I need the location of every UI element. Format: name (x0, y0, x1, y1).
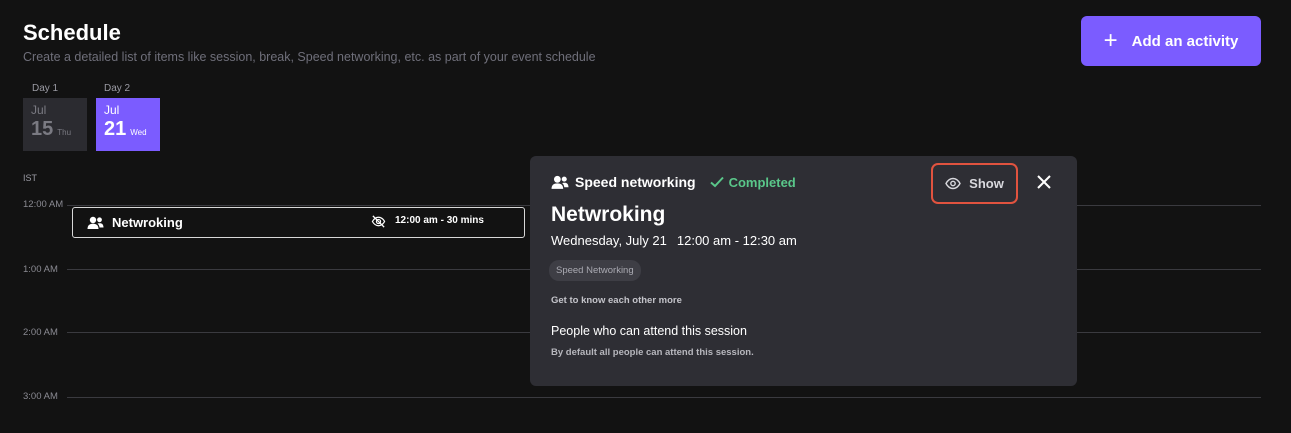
attendees-heading: People who can attend this session (551, 324, 747, 338)
add-activity-label: Add an activity (1131, 32, 1239, 50)
day-1-date: 15 (31, 118, 54, 140)
plus-icon: + (1103, 27, 1118, 54)
check-icon (709, 176, 724, 188)
day-1-tab[interactable]: Jul 15 Thu (23, 98, 87, 151)
show-button-label: Show (969, 176, 1004, 191)
session-details-popup: Speed networking Completed Show Netwroki… (530, 156, 1077, 386)
event-time: 12:00 am - 30 mins (395, 215, 484, 226)
session-title: Netwroking (551, 203, 666, 226)
day-2-month: Jul (104, 103, 120, 117)
popup-header: Speed networking Completed (551, 174, 796, 190)
close-icon[interactable] (1035, 173, 1053, 191)
page-subtitle: Create a detailed list of items like ses… (23, 50, 596, 64)
session-tag: Speed Networking (549, 260, 641, 281)
eye-icon (945, 177, 961, 190)
timezone-label: IST (23, 173, 38, 183)
eye-off-icon (371, 215, 386, 228)
day-1-month: Jul (31, 103, 47, 117)
day-1-weekday: Thu (57, 128, 72, 137)
day-2-date: 21 (104, 118, 127, 140)
time-slot-label: 12:00 AM (23, 199, 64, 210)
time-slot-label: 1:00 AM (23, 264, 58, 275)
day-2-label: Day 2 (104, 83, 131, 94)
day-2-weekday: Wed (130, 128, 147, 137)
people-icon (551, 175, 569, 189)
session-datetime: Wednesday, July 21 12:00 am - 12:30 am (551, 233, 797, 248)
schedule-event-card[interactable]: Netwroking 12:00 am - 30 mins (72, 207, 525, 238)
event-title: Netwroking (112, 215, 183, 230)
attendees-note: By default all people can attend this se… (551, 347, 754, 358)
grid-line (67, 397, 1261, 398)
status-badge: Completed (709, 174, 796, 190)
show-button[interactable]: Show (931, 163, 1018, 204)
page-title: Schedule (23, 20, 121, 45)
session-type-label: Speed networking (575, 174, 696, 190)
session-date: Wednesday, July 21 (551, 233, 667, 248)
add-activity-button[interactable]: + Add an activity (1081, 16, 1261, 66)
time-slot-label: 3:00 AM (23, 391, 58, 402)
day-1-label: Day 1 (32, 83, 59, 94)
people-icon (87, 216, 104, 229)
session-description: Get to know each other more (551, 295, 682, 306)
status-label: Completed (728, 174, 796, 190)
day-2-tab[interactable]: Jul 21 Wed (96, 98, 160, 151)
session-time-range: 12:00 am - 12:30 am (676, 233, 797, 248)
time-slot-label: 2:00 AM (23, 327, 58, 338)
